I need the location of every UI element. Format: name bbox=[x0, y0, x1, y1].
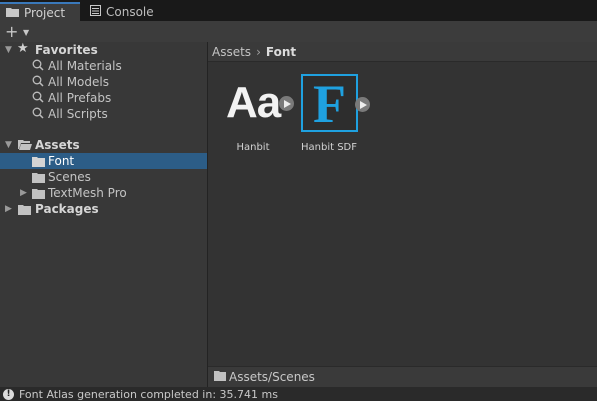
tree-item-label: Scenes bbox=[48, 170, 91, 184]
folder-open-icon bbox=[18, 139, 32, 153]
font-asset-icon: F bbox=[313, 74, 346, 134]
tree-item-font[interactable]: Font bbox=[0, 153, 207, 169]
tree-item-label: Font bbox=[48, 154, 75, 168]
breadcrumb-font[interactable]: Font bbox=[266, 45, 296, 59]
add-button[interactable]: + ▼ bbox=[5, 23, 33, 40]
status-message: Font Atlas generation completed in: 35.7… bbox=[19, 387, 278, 401]
selected-path-bar: Assets/Scenes bbox=[208, 366, 597, 387]
tree-item-label: All Materials bbox=[48, 59, 122, 73]
tree-packages[interactable]: ▶ Packages bbox=[0, 201, 207, 217]
search-icon bbox=[32, 91, 44, 106]
tab-project[interactable]: Project bbox=[0, 2, 80, 21]
font-preview-icon: Aa bbox=[226, 78, 281, 127]
tab-console[interactable]: Console bbox=[86, 3, 154, 21]
tree-item-label: All Models bbox=[48, 75, 109, 89]
tree-item-label: All Scripts bbox=[48, 107, 108, 121]
expand-arrow-icon[interactable]: ▶ bbox=[20, 188, 27, 198]
status-bar[interactable]: ! Font Atlas generation completed in: 35… bbox=[0, 387, 597, 401]
asset-browser: Assets › Font Aa Hanbit F Hanbit SDF Ass… bbox=[208, 42, 597, 387]
search-icon bbox=[32, 59, 44, 74]
info-icon: ! bbox=[3, 388, 14, 400]
asset-label: Hanbit bbox=[236, 142, 270, 153]
tree-item-scenes[interactable]: Scenes bbox=[0, 169, 207, 185]
tree-item-all-materials[interactable]: All Materials bbox=[0, 58, 207, 74]
folder-icon bbox=[214, 370, 226, 384]
expand-arrow-icon[interactable]: ▼ bbox=[5, 140, 12, 150]
search-icon bbox=[32, 107, 44, 122]
tree-item-textmesh-pro[interactable]: ▶ TextMesh Pro bbox=[0, 185, 207, 201]
folder-icon bbox=[6, 6, 19, 20]
folder-icon bbox=[18, 204, 31, 218]
plus-icon: + bbox=[5, 22, 19, 41]
chevron-right-icon: › bbox=[256, 44, 261, 59]
tree-item-label: All Prefabs bbox=[48, 91, 112, 105]
expand-arrow-icon[interactable]: ▶ bbox=[5, 204, 12, 214]
tab-project-label: Project bbox=[24, 5, 66, 20]
expand-arrow-icon[interactable]: ▼ bbox=[5, 45, 12, 55]
tree-item-all-scripts[interactable]: All Scripts bbox=[0, 106, 207, 122]
sdf-font-preview: F bbox=[301, 74, 358, 132]
folder-icon bbox=[32, 188, 45, 202]
toolbar: + ▼ bbox=[0, 21, 597, 43]
tree-packages-label: Packages bbox=[35, 202, 99, 216]
project-tree: ▼ ★ Favorites All Materials All Models A… bbox=[0, 41, 208, 387]
asset-label: Hanbit SDF bbox=[300, 142, 357, 153]
tab-bar: Project Console bbox=[0, 0, 597, 21]
tree-favorites[interactable]: ▼ ★ Favorites bbox=[0, 41, 207, 58]
tree-item-all-models[interactable]: All Models bbox=[0, 74, 207, 90]
folder-icon bbox=[32, 172, 45, 186]
tree-assets-label: Assets bbox=[35, 138, 80, 152]
console-icon bbox=[90, 5, 101, 19]
tree-item-label: TextMesh Pro bbox=[48, 186, 127, 200]
dropdown-arrow-icon: ▼ bbox=[23, 28, 30, 37]
tree-item-all-prefabs[interactable]: All Prefabs bbox=[0, 90, 207, 106]
folder-icon bbox=[32, 156, 45, 170]
tree-favorites-label: Favorites bbox=[35, 43, 98, 57]
search-icon bbox=[32, 75, 44, 90]
breadcrumb: Assets › Font bbox=[208, 42, 597, 62]
play-icon[interactable] bbox=[279, 96, 294, 111]
star-icon: ★ bbox=[17, 41, 29, 56]
breadcrumb-assets[interactable]: Assets bbox=[212, 45, 251, 59]
play-icon[interactable] bbox=[355, 97, 370, 112]
tab-console-label: Console bbox=[106, 5, 154, 19]
selected-path: Assets/Scenes bbox=[229, 370, 315, 384]
tree-assets[interactable]: ▼ Assets bbox=[0, 137, 207, 153]
